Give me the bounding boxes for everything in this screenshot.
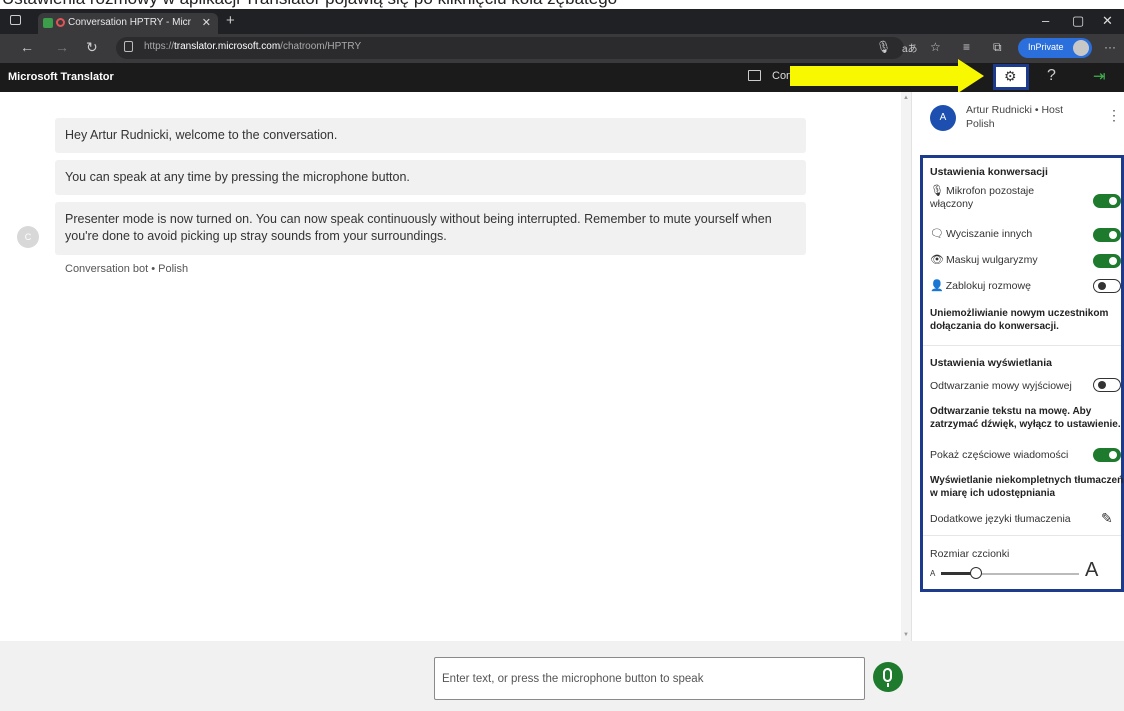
mute-setting-label: 🗨 Wyciszanie innych [930,228,1033,240]
chat-area: Hey Artur Rudnicki, welcome to the conve… [0,92,901,641]
scroll-up-icon[interactable]: ▲ [903,95,909,101]
exit-icon[interactable]: ⇥ [1093,67,1106,85]
chat-message: Hey Artur Rudnicki, welcome to the conve… [55,118,806,153]
url-bar[interactable]: https://translator.microsoft.com/chatroo… [116,37,904,59]
close-window-icon[interactable]: ✕ [1102,13,1113,29]
microphone-icon [883,668,892,682]
collections-icon[interactable]: ⧉ [993,40,1002,55]
back-icon[interactable]: ← [20,39,34,55]
help-icon[interactable]: ? [1047,67,1056,85]
profanity-setting-label: 👁 Maskuj wulgaryzmy [930,254,1038,266]
edit-pencil-icon[interactable]: ✎ [1101,510,1113,527]
tts-toggle[interactable] [1093,378,1121,392]
partial-setting-label: Pokaż częściowe wiadomości [930,449,1069,461]
participant-more-icon[interactable]: ⋮ [1107,107,1121,124]
recording-icon [56,18,65,27]
settings-button[interactable]: ⚙ [993,64,1029,90]
url-text: https://translator.microsoft.com/chatroo… [144,41,362,52]
mute-others-toggle[interactable] [1093,228,1121,242]
lock-setting-label: 👤 Zablokuj rozmowę [930,280,1031,292]
inprivate-button[interactable]: InPrivate [1018,38,1092,58]
font-size-small-label: A [930,569,936,578]
favorite-star-icon[interactable]: ☆ [930,40,941,54]
highlight-arrow-head [958,59,984,93]
font-size-slider-thumb[interactable] [969,567,982,579]
extra-languages-label: Dodatkowe języki tłumaczenia [930,513,1071,525]
minimize-icon[interactable]: – [1042,13,1049,28]
forward-icon[interactable]: → [55,39,69,55]
app-header: Microsoft Translator Con ⚙ ? ⇥ [0,59,1124,93]
caption-strip: Ustawienia rozmowy w aplikacji Translato… [0,0,1124,9]
message-input[interactable] [434,657,865,700]
browser-tab[interactable]: Conversation HPTRY - Micr ✕ [38,13,218,34]
tab-actions-icon[interactable] [10,15,21,25]
tts-description: Odtwarzanie tekstu na mowę. Aby zatrzyma… [930,406,1121,430]
tts-setting-label: Odtwarzanie mowy wyjściowej [930,380,1072,392]
read-aloud-icon[interactable]: aあ [902,40,918,55]
settings-panel: Ustawienia konwersacji 🎙 Mikrofon pozosta… [920,155,1124,592]
caption-text: Ustawienia rozmowy w aplikacji Translato… [2,0,617,9]
participant-name: Artur Rudnicki • Host [966,104,1064,116]
conversation-settings-title: Ustawienia konwersacji [930,166,1048,178]
more-icon[interactable]: ··· [1104,40,1116,54]
chat-message: Presenter mode is now turned on. You can… [55,202,806,255]
profanity-toggle[interactable] [1093,254,1121,268]
microphone-icon: 🎙 [930,185,944,197]
new-tab-icon[interactable]: + [226,12,235,29]
bot-avatar: C [17,226,39,248]
lock-toggle[interactable] [1093,279,1121,293]
input-bar [0,641,1124,711]
display-settings-title: Ustawienia wyświetlania [930,357,1052,369]
mic-toggle[interactable] [1093,194,1121,208]
partial-messages-toggle[interactable] [1093,448,1121,462]
microphone-button[interactable] [873,662,903,692]
font-size-title: Rozmiar czcionki [930,548,1010,560]
gear-icon: ⚙ [1004,68,1017,84]
font-size-large-label: A [1085,559,1099,581]
divider [923,345,1121,346]
lock-icon[interactable] [124,41,133,52]
mic-setting-label: 🎙 Mikrofon pozostaje włączony [930,185,1035,210]
app-title: Microsoft Translator [8,71,114,83]
scroll-down-icon[interactable]: ▼ [903,632,909,638]
chat-scrollbar[interactable]: ▲ ▼ [901,92,911,641]
divider [923,535,1121,536]
profile-avatar-icon [1073,40,1089,56]
highlight-arrow [790,66,960,86]
inprivate-label: InPrivate [1028,42,1064,52]
lock-person-icon: 👤 [930,280,944,292]
favorites-icon[interactable]: ≡ [963,40,970,54]
partial-description: Wyświetlanie niekompletnych tłumaczeń w … [930,475,1124,499]
participant-language: Polish [966,118,995,130]
chat-message: You can speak at any time by pressing th… [55,160,806,195]
tab-close-icon[interactable]: ✕ [202,16,211,29]
mute-others-icon: 🗨 [930,228,944,240]
restore-icon[interactable]: ▢ [1072,13,1084,29]
mask-icon: 👁 [930,254,944,266]
bot-meta: Conversation bot • Polish [65,263,189,275]
mic-permission-icon[interactable]: 🎙 [876,40,891,54]
conversation-icon[interactable] [748,70,761,81]
tab-title: Conversation HPTRY - Micr [68,17,191,28]
refresh-icon[interactable]: ↻ [86,39,98,56]
lock-description: Uniemożliwianie nowym uczestnikom dołącz… [930,308,1109,332]
translator-favicon-icon [43,18,53,28]
avatar: A [930,105,956,131]
